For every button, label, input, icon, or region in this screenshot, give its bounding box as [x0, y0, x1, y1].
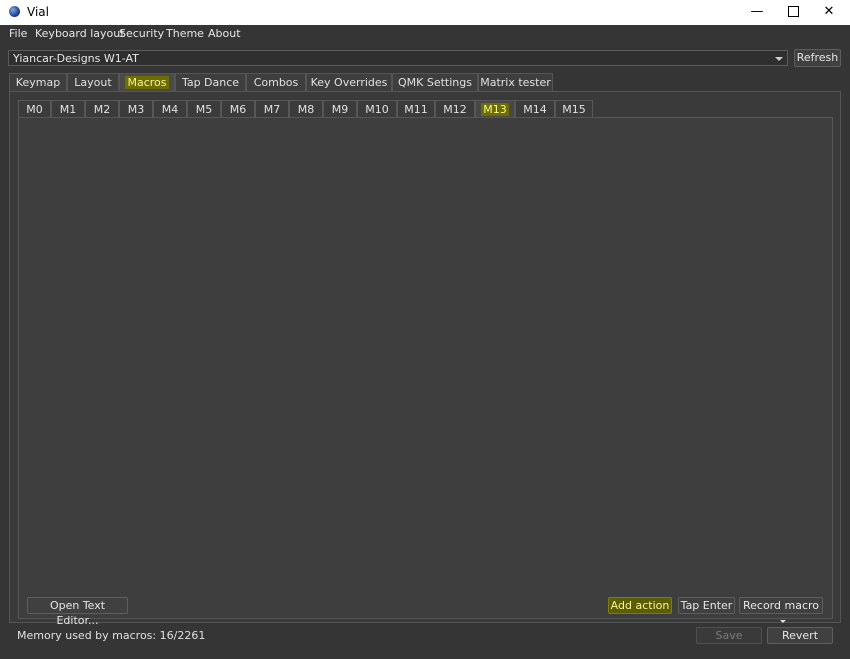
menu-keyboard-layout[interactable]: Keyboard layout — [35, 27, 125, 40]
tab-qmk-settings[interactable]: QMK Settings — [392, 73, 478, 91]
tab-m13[interactable]: M13 — [475, 100, 515, 118]
tab-m9[interactable]: M9 — [323, 100, 357, 118]
tab-label: M8 — [297, 103, 315, 116]
tab-m2[interactable]: M2 — [85, 100, 119, 118]
menu-about[interactable]: About — [208, 27, 241, 40]
tab-m10[interactable]: M10 — [357, 100, 397, 118]
tab-m7[interactable]: M7 — [255, 100, 289, 118]
memory-usage-label: Memory used by macros: 16/2261 — [17, 629, 206, 642]
tab-label: M12 — [443, 103, 467, 116]
tab-tap-dance[interactable]: Tap Dance — [175, 73, 246, 91]
tab-label: M11 — [404, 103, 428, 116]
tab-key-overrides[interactable]: Key Overrides — [306, 73, 392, 91]
tab-label: M14 — [523, 103, 547, 116]
tab-m1[interactable]: M1 — [51, 100, 85, 118]
tab-m5[interactable]: M5 — [187, 100, 221, 118]
tab-label: M0 — [26, 103, 43, 116]
tab-m11[interactable]: M11 — [397, 100, 435, 118]
caret-down-icon — [780, 619, 786, 623]
menu-bar: File Keyboard layout Security Theme Abou… — [0, 25, 850, 43]
tab-label: M1 — [59, 103, 77, 116]
tab-label: M10 — [365, 103, 389, 116]
tap-enter-button[interactable]: Tap Enter — [678, 597, 735, 614]
close-icon: ✕ — [823, 4, 835, 19]
vial-logo-icon — [9, 6, 20, 17]
tab-matrix-tester[interactable]: Matrix tester — [478, 73, 553, 91]
tab-label: M4 — [161, 103, 179, 116]
tab-label: QMK Settings — [398, 76, 472, 89]
tab-m4[interactable]: M4 — [153, 100, 187, 118]
tab-m14[interactable]: M14 — [515, 100, 555, 118]
maximize-button[interactable] — [774, 0, 812, 25]
tab-label: M15 — [562, 103, 586, 116]
tab-m6[interactable]: M6 — [221, 100, 255, 118]
tab-label: M13 — [481, 103, 509, 116]
tab-macros[interactable]: Macros — [119, 73, 175, 91]
tab-label: M7 — [263, 103, 281, 116]
menu-file[interactable]: File — [9, 27, 27, 40]
tab-label: M3 — [127, 103, 145, 116]
tab-label: Keymap — [15, 76, 61, 89]
tab-m12[interactable]: M12 — [435, 100, 475, 118]
record-macro-label: Record macro — [742, 599, 820, 612]
minimize-icon: — — [750, 4, 764, 19]
tab-label: Layout — [74, 76, 112, 89]
close-button[interactable]: ✕ — [810, 0, 848, 25]
tab-label: Matrix tester — [480, 76, 551, 89]
tab-m3[interactable]: M3 — [119, 100, 153, 118]
maximize-icon — [787, 6, 799, 17]
title-bar: Vial — ✕ — [0, 0, 850, 25]
macro-editor-area[interactable] — [18, 117, 833, 619]
device-select-value: Yiancar-Designs W1-AT — [13, 52, 139, 65]
tab-label: Key Overrides — [310, 76, 388, 89]
refresh-button[interactable]: Refresh — [794, 49, 841, 67]
tab-label: M5 — [195, 103, 213, 116]
tab-label: M6 — [229, 103, 247, 116]
chevron-down-icon — [775, 57, 783, 61]
tab-m0[interactable]: M0 — [18, 100, 51, 118]
tab-layout[interactable]: Layout — [67, 73, 119, 91]
window-title: Vial — [27, 5, 49, 19]
tab-label: M2 — [93, 103, 111, 116]
revert-button[interactable]: Revert — [767, 627, 833, 644]
open-text-editor-button[interactable]: Open Text Editor... — [27, 597, 128, 627]
tab-label: M9 — [331, 103, 349, 116]
device-select[interactable]: Yiancar-Designs W1-AT — [8, 50, 788, 66]
tab-label: Combos — [253, 76, 299, 89]
tab-label: Macros — [125, 76, 169, 89]
tab-m15[interactable]: M15 — [555, 100, 593, 118]
tab-keymap[interactable]: Keymap — [9, 73, 67, 91]
menu-security[interactable]: Security — [119, 27, 164, 40]
add-action-button[interactable]: Add action — [608, 597, 672, 614]
tab-combos[interactable]: Combos — [246, 73, 306, 91]
minimize-button[interactable]: — — [738, 0, 776, 25]
tab-m8[interactable]: M8 — [289, 100, 323, 118]
menu-theme[interactable]: Theme — [166, 27, 204, 40]
save-button[interactable]: Save — [696, 627, 762, 644]
record-macro-button[interactable]: Record macro — [739, 597, 823, 623]
tab-label: Tap Dance — [181, 76, 240, 89]
